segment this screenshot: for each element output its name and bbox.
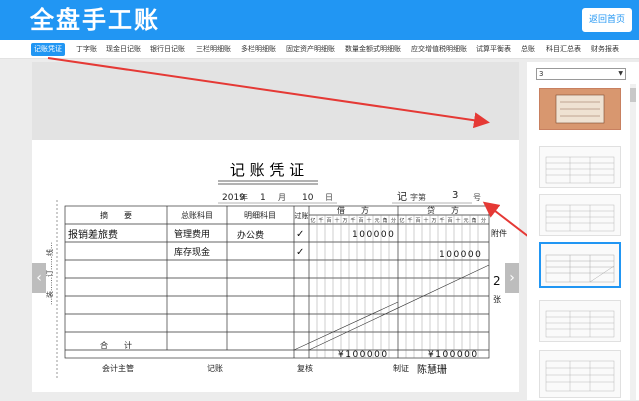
header-sub-account: 明细科目 <box>244 210 276 220</box>
header-debit: 借 方 <box>337 205 369 215</box>
tab-voucher[interactable]: 记账凭证 <box>31 43 65 56</box>
footer-reviewer: 复核 <box>297 363 313 373</box>
debit-digit-header: 百 <box>358 218 363 224</box>
thumbnail-page-3[interactable] <box>539 194 621 236</box>
debit-digit-header: 元 <box>374 218 379 224</box>
total-credit: ¥100000 <box>428 350 479 360</box>
debit-digit-header: 千 <box>318 217 323 224</box>
credit-digit-header: 千 <box>439 217 444 224</box>
header-summary: 摘 要 <box>100 210 132 220</box>
credit-digit-header: 亿 <box>399 217 404 224</box>
app-title: 全盘手工账 <box>30 6 160 34</box>
footer-preparer-name: 陈慧珊 <box>417 363 447 376</box>
tab-bar: 记账凭证 丁字账 现金日记账 银行日记账 三栏明细账 多栏明细账 固定资产明细账… <box>0 40 639 59</box>
header-credit: 贷 方 <box>427 205 459 215</box>
thumbnail-voucher-icon <box>545 204 615 232</box>
tab-cash-journal[interactable]: 现金日记账 <box>106 43 141 56</box>
voucher-number: 3 <box>452 190 458 201</box>
tab-multi-column-ledger[interactable]: 多栏明细账 <box>241 43 276 56</box>
tab-t-account[interactable]: 丁字账 <box>76 43 97 56</box>
row1-sub-account: 办公费 <box>237 229 264 241</box>
credit-digit-header: 百 <box>447 218 452 224</box>
thumbnail-page-1[interactable] <box>539 88 621 130</box>
thumbnail-voucher-icon <box>545 156 615 184</box>
tab-general-ledger[interactable]: 总账 <box>521 43 535 56</box>
chevron-down-icon: ▼ <box>618 70 623 77</box>
attachment-count: 2 <box>493 274 501 288</box>
credit-digit-header: 百 <box>415 218 420 224</box>
voucher-day: 10 <box>302 193 314 203</box>
row2-credit-amount: 100000 <box>439 250 482 260</box>
debit-digit-header: 十 <box>334 217 339 224</box>
tab-account-summary[interactable]: 科目汇总表 <box>546 43 581 56</box>
page-select[interactable]: 3 ▼ <box>536 68 626 80</box>
page-select-value: 3 <box>539 70 544 78</box>
debit-digit-header: 角 <box>382 217 387 224</box>
row1-debit-amount: 100000 <box>352 230 395 240</box>
tab-vat-ledger[interactable]: 应交增值税明细账 <box>411 43 467 56</box>
credit-digit-header: 十 <box>455 217 460 224</box>
total-label: 合 计 <box>100 340 132 350</box>
credit-digit-header: 万 <box>431 218 436 224</box>
row2-check: ✓ <box>296 247 304 258</box>
debit-digit-header: 分 <box>391 217 396 224</box>
attachment-label: 附件 <box>491 228 507 238</box>
attachment-unit: 张 <box>493 295 501 304</box>
home-button[interactable]: 返回首页 <box>582 8 632 32</box>
credit-digit-header: 千 <box>407 217 412 224</box>
header-posted: 过账 <box>295 211 309 220</box>
voucher-word-type: 记 <box>397 191 407 203</box>
credit-digit-header: 十 <box>423 217 428 224</box>
debit-digit-header: 亿 <box>310 217 315 224</box>
credit-digit-header: 分 <box>481 217 486 224</box>
voucher-month: 1 <box>260 193 266 203</box>
row2-account: 库存现金 <box>174 246 210 258</box>
thumbnail-voucher-icon <box>545 254 615 283</box>
tab-financial-statements[interactable]: 财务报表 <box>591 43 619 56</box>
credit-digit-header: 角 <box>471 217 476 224</box>
voucher-month-unit: 月 <box>278 193 286 202</box>
sidebar-scroll-thumb[interactable] <box>630 88 636 102</box>
binding-margin: …装……订……线… <box>45 242 54 305</box>
row1-summary: 报销差旅费 <box>68 228 118 241</box>
tab-quantity-amount-ledger[interactable]: 数量金额式明细账 <box>345 43 401 56</box>
voucher-word-label: 字第 <box>410 192 426 202</box>
thumbnail-receipt-icon <box>555 94 605 124</box>
voucher-year-unit: 年 <box>240 192 248 202</box>
debit-digit-header: 千 <box>350 217 355 224</box>
credit-digit-header: 元 <box>463 218 468 224</box>
thumbnail-page-2[interactable] <box>539 146 621 188</box>
next-page-button[interactable]: › <box>505 263 519 293</box>
voucher-day-unit: 日 <box>325 193 333 202</box>
footer-preparer: 制证 <box>393 363 409 373</box>
thumbnail-page-current[interactable] <box>539 242 621 288</box>
prev-page-button[interactable]: ‹ <box>32 263 46 293</box>
header-account: 总账科目 <box>181 210 213 220</box>
footer-supervisor: 会计主管 <box>102 363 134 373</box>
tab-three-column-ledger[interactable]: 三栏明细账 <box>196 43 231 56</box>
voucher-image: 记 账 凭 证 2019 年 1 月 10 日 记 字第 3 号 …装……订……… <box>32 140 519 392</box>
debit-digit-header: 百 <box>326 218 331 224</box>
debit-digit-header: 十 <box>366 217 371 224</box>
thumbnail-voucher-icon <box>545 360 615 392</box>
total-debit: ¥100000 <box>338 350 389 360</box>
tab-bank-journal[interactable]: 银行日记账 <box>150 43 185 56</box>
thumbnail-page-5[interactable] <box>539 300 621 342</box>
footer-bookkeeper: 记账 <box>207 364 223 373</box>
row1-check: ✓ <box>296 229 304 240</box>
debit-digit-header: 万 <box>342 218 347 224</box>
voucher-form: 记 账 凭 证 2019 年 1 月 10 日 记 字第 3 号 …装……订……… <box>45 161 507 380</box>
thumbnail-voucher-icon <box>545 310 615 338</box>
voucher-title: 记 账 凭 证 <box>230 161 304 179</box>
row1-account: 管理费用 <box>174 228 210 240</box>
thumbnail-page-6[interactable] <box>539 350 621 398</box>
tab-trial-balance[interactable]: 试算平衡表 <box>476 43 511 56</box>
tab-fixed-asset-ledger[interactable]: 固定资产明细账 <box>286 43 335 56</box>
sidebar-scrollbar[interactable] <box>630 84 636 400</box>
voucher-number-unit: 号 <box>473 193 481 202</box>
